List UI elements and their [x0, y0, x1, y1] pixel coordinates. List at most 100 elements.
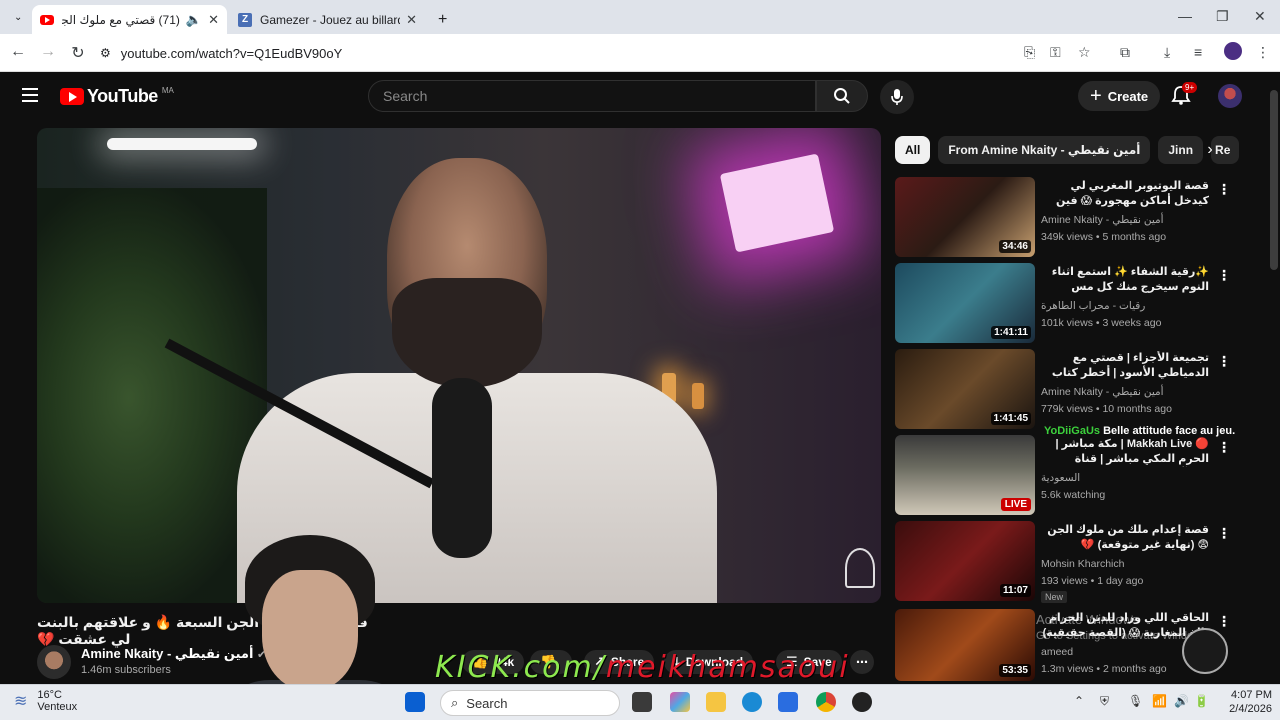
mute-icon[interactable]: 🔈 — [186, 12, 202, 28]
media-control-icon[interactable]: ≡ — [1194, 44, 1202, 60]
security-icon[interactable]: ⛨ — [1100, 694, 1109, 709]
url-text: youtube.com/watch?v=Q1EudBV90oY — [120, 45, 343, 61]
list-item[interactable]: 34:46 قصة اليوتيوبر المغربي لي كيدخل أما… — [895, 177, 1235, 257]
minimize-icon[interactable]: — — [1178, 8, 1192, 24]
youtube-favicon-icon — [40, 14, 54, 25]
rec-channel[interactable]: رقيات - محراب الطاهرة — [1041, 300, 1145, 312]
close-tab-icon[interactable]: ✕ — [208, 12, 219, 28]
extensions-icon[interactable]: ⧉ — [1120, 44, 1130, 61]
tab-title: Gamezer - Jouez au billard, au — [260, 12, 400, 27]
bookmark-star-icon[interactable]: ☆ — [1078, 44, 1091, 61]
new-badge: New — [1041, 591, 1068, 603]
video-thumbnail[interactable]: 1:41:45 — [895, 349, 1035, 429]
task-view-icon[interactable] — [632, 692, 652, 712]
downloads-icon[interactable]: ⤓ — [1164, 44, 1170, 61]
youtube-header: YouTube MA Search + Create 9+ — [0, 72, 1280, 122]
weather-widget[interactable]: ≋ 16°C Venteux — [14, 689, 77, 713]
restore-icon[interactable]: ❐ — [1216, 8, 1229, 25]
duration-badge: 1:41:45 — [990, 412, 1031, 425]
channel-avatar[interactable] — [37, 645, 71, 679]
reload-icon[interactable]: ↻ — [68, 43, 88, 63]
rec-title[interactable]: ✨رقية الشفاء ✨ استمع اثناء النوم سيخرج م… — [1041, 265, 1209, 295]
rec-meta: 1.3m views • 2 months ago — [1041, 663, 1167, 675]
chip-from-channel[interactable]: From Amine Nkaity - أمين نقيطي — [938, 136, 1151, 164]
tray-chevron-icon[interactable]: ⌃ — [1074, 694, 1084, 708]
kebab-menu-icon[interactable]: ⋮ — [1217, 613, 1231, 630]
tab-youtube[interactable]: (71) قصتي مع ملوك الجن الـ 🔈 ✕ — [32, 5, 227, 34]
notifications-button[interactable]: 9+ — [1170, 82, 1198, 108]
site-info-icon[interactable]: ⚙ — [100, 46, 111, 60]
rec-channel[interactable]: السعودية — [1041, 472, 1080, 484]
chip-jinn[interactable]: Jinn — [1158, 136, 1204, 164]
taskbar-search[interactable]: ⌕ Search — [440, 690, 620, 716]
rec-channel[interactable]: Mohsin Kharchich — [1041, 558, 1124, 570]
kebab-menu-icon[interactable]: ⋮ — [1217, 525, 1231, 542]
page-scrollbar[interactable] — [1270, 90, 1278, 270]
profile-avatar[interactable] — [1224, 42, 1242, 60]
search-input[interactable]: Search — [368, 80, 816, 112]
video-player[interactable] — [37, 128, 881, 603]
video-thumbnail[interactable]: 1:41:11 — [895, 263, 1035, 343]
video-thumbnail[interactable]: LIVE — [895, 435, 1035, 515]
browser-menu-icon[interactable]: ⋮ — [1256, 44, 1270, 61]
rec-channel[interactable]: ameed — [1041, 646, 1073, 658]
copilot-icon[interactable] — [670, 692, 690, 712]
channel-watermark-icon[interactable] — [845, 548, 875, 588]
rec-channel[interactable]: Amine Nkaity - أمين نقيطي — [1041, 214, 1164, 226]
close-tab-icon[interactable]: ✕ — [406, 12, 417, 28]
store-icon[interactable] — [778, 692, 798, 712]
more-actions-button[interactable]: ⋯ — [850, 650, 874, 674]
install-app-icon[interactable]: ⎘ — [1024, 44, 1035, 61]
create-button[interactable]: + Create — [1078, 81, 1161, 111]
password-key-icon[interactable]: ⚿ — [1050, 44, 1061, 61]
back-icon[interactable]: ← — [8, 43, 28, 61]
rec-title[interactable]: قصة إعدام ملك من ملوك الجن 😨 (نهاية غير … — [1041, 523, 1209, 553]
video-frame-beard — [392, 278, 542, 388]
voice-search-button[interactable] — [880, 80, 914, 114]
rec-channel[interactable]: Amine Nkaity - أمين نقيطي — [1041, 386, 1164, 398]
forward-icon[interactable]: → — [38, 43, 58, 61]
video-thumbnail[interactable]: 34:46 — [895, 177, 1035, 257]
kebab-menu-icon[interactable]: ⋮ — [1217, 439, 1231, 456]
search-button[interactable] — [816, 80, 868, 112]
edge-icon[interactable] — [742, 692, 762, 712]
mic-tray-icon[interactable]: 🎙 — [1128, 694, 1143, 708]
kebab-menu-icon[interactable]: ⋮ — [1217, 353, 1231, 370]
file-explorer-icon[interactable] — [706, 692, 726, 712]
rec-title[interactable]: تجميعة الأجزاء | قصتي مع الدمياطي الأسود… — [1041, 351, 1209, 381]
video-thumbnail[interactable]: 53:35 — [895, 609, 1035, 681]
hamburger-menu-icon[interactable] — [22, 88, 38, 102]
activate-line-1: Activate Windows — [1036, 612, 1139, 627]
chip-all[interactable]: All — [895, 136, 931, 164]
create-label: Create — [1107, 88, 1149, 104]
account-avatar[interactable] — [1218, 84, 1242, 108]
rec-title[interactable]: قصة اليوتيوبر المغربي لي كيدخل أماكن مهج… — [1041, 179, 1209, 209]
chrome-icon[interactable] — [816, 692, 836, 712]
rec-meta: 779k views • 10 months ago — [1041, 403, 1172, 415]
battery-icon[interactable]: 🔋 — [1194, 694, 1209, 708]
url-field[interactable]: ⚙ youtube.com/watch?v=Q1EudBV90oY — [100, 39, 1000, 67]
taskbar-clock[interactable]: 4:07 PM 2/4/2026 — [1216, 688, 1272, 716]
rec-title[interactable]: 🔴 Makkah Live | مكة مباشر | الحرم المكي … — [1041, 437, 1209, 467]
microphone-icon — [891, 89, 903, 105]
kebab-menu-icon[interactable]: ⋮ — [1217, 181, 1231, 198]
new-tab-button[interactable]: + — [430, 5, 455, 34]
tab-list-button[interactable]: ⌄ — [6, 9, 30, 25]
wifi-icon[interactable]: 📶 — [1152, 694, 1167, 708]
list-item[interactable]: 11:07 قصة إعدام ملك من ملوك الجن 😨 (نهاي… — [895, 521, 1235, 603]
obs-icon[interactable] — [852, 692, 872, 712]
video-thumbnail[interactable]: 11:07 — [895, 521, 1035, 601]
list-item[interactable]: 1:41:45 تجميعة الأجزاء | قصتي مع الدمياط… — [895, 349, 1235, 429]
tab-gamezer[interactable]: Z Gamezer - Jouez au billard, au ✕ — [230, 5, 425, 34]
start-windows-icon[interactable] — [405, 692, 425, 712]
list-item[interactable]: 1:41:11 ✨رقية الشفاء ✨ استمع اثناء النوم… — [895, 263, 1235, 343]
youtube-play-icon — [60, 88, 84, 105]
list-item[interactable]: LIVE 🔴 Makkah Live | مكة مباشر | الحرم ا… — [895, 435, 1235, 515]
chips-next-chevron-icon[interactable]: › — [1198, 138, 1222, 162]
close-window-icon[interactable]: ✕ — [1254, 8, 1266, 25]
kebab-menu-icon[interactable]: ⋮ — [1217, 267, 1231, 284]
youtube-logo[interactable]: YouTube MA — [60, 86, 174, 107]
address-bar-row: ← → ↻ ⚙ youtube.com/watch?v=Q1EudBV90oY … — [0, 34, 1280, 72]
volume-icon[interactable]: 🔊 — [1174, 694, 1189, 708]
logo-text: YouTube — [87, 86, 158, 106]
